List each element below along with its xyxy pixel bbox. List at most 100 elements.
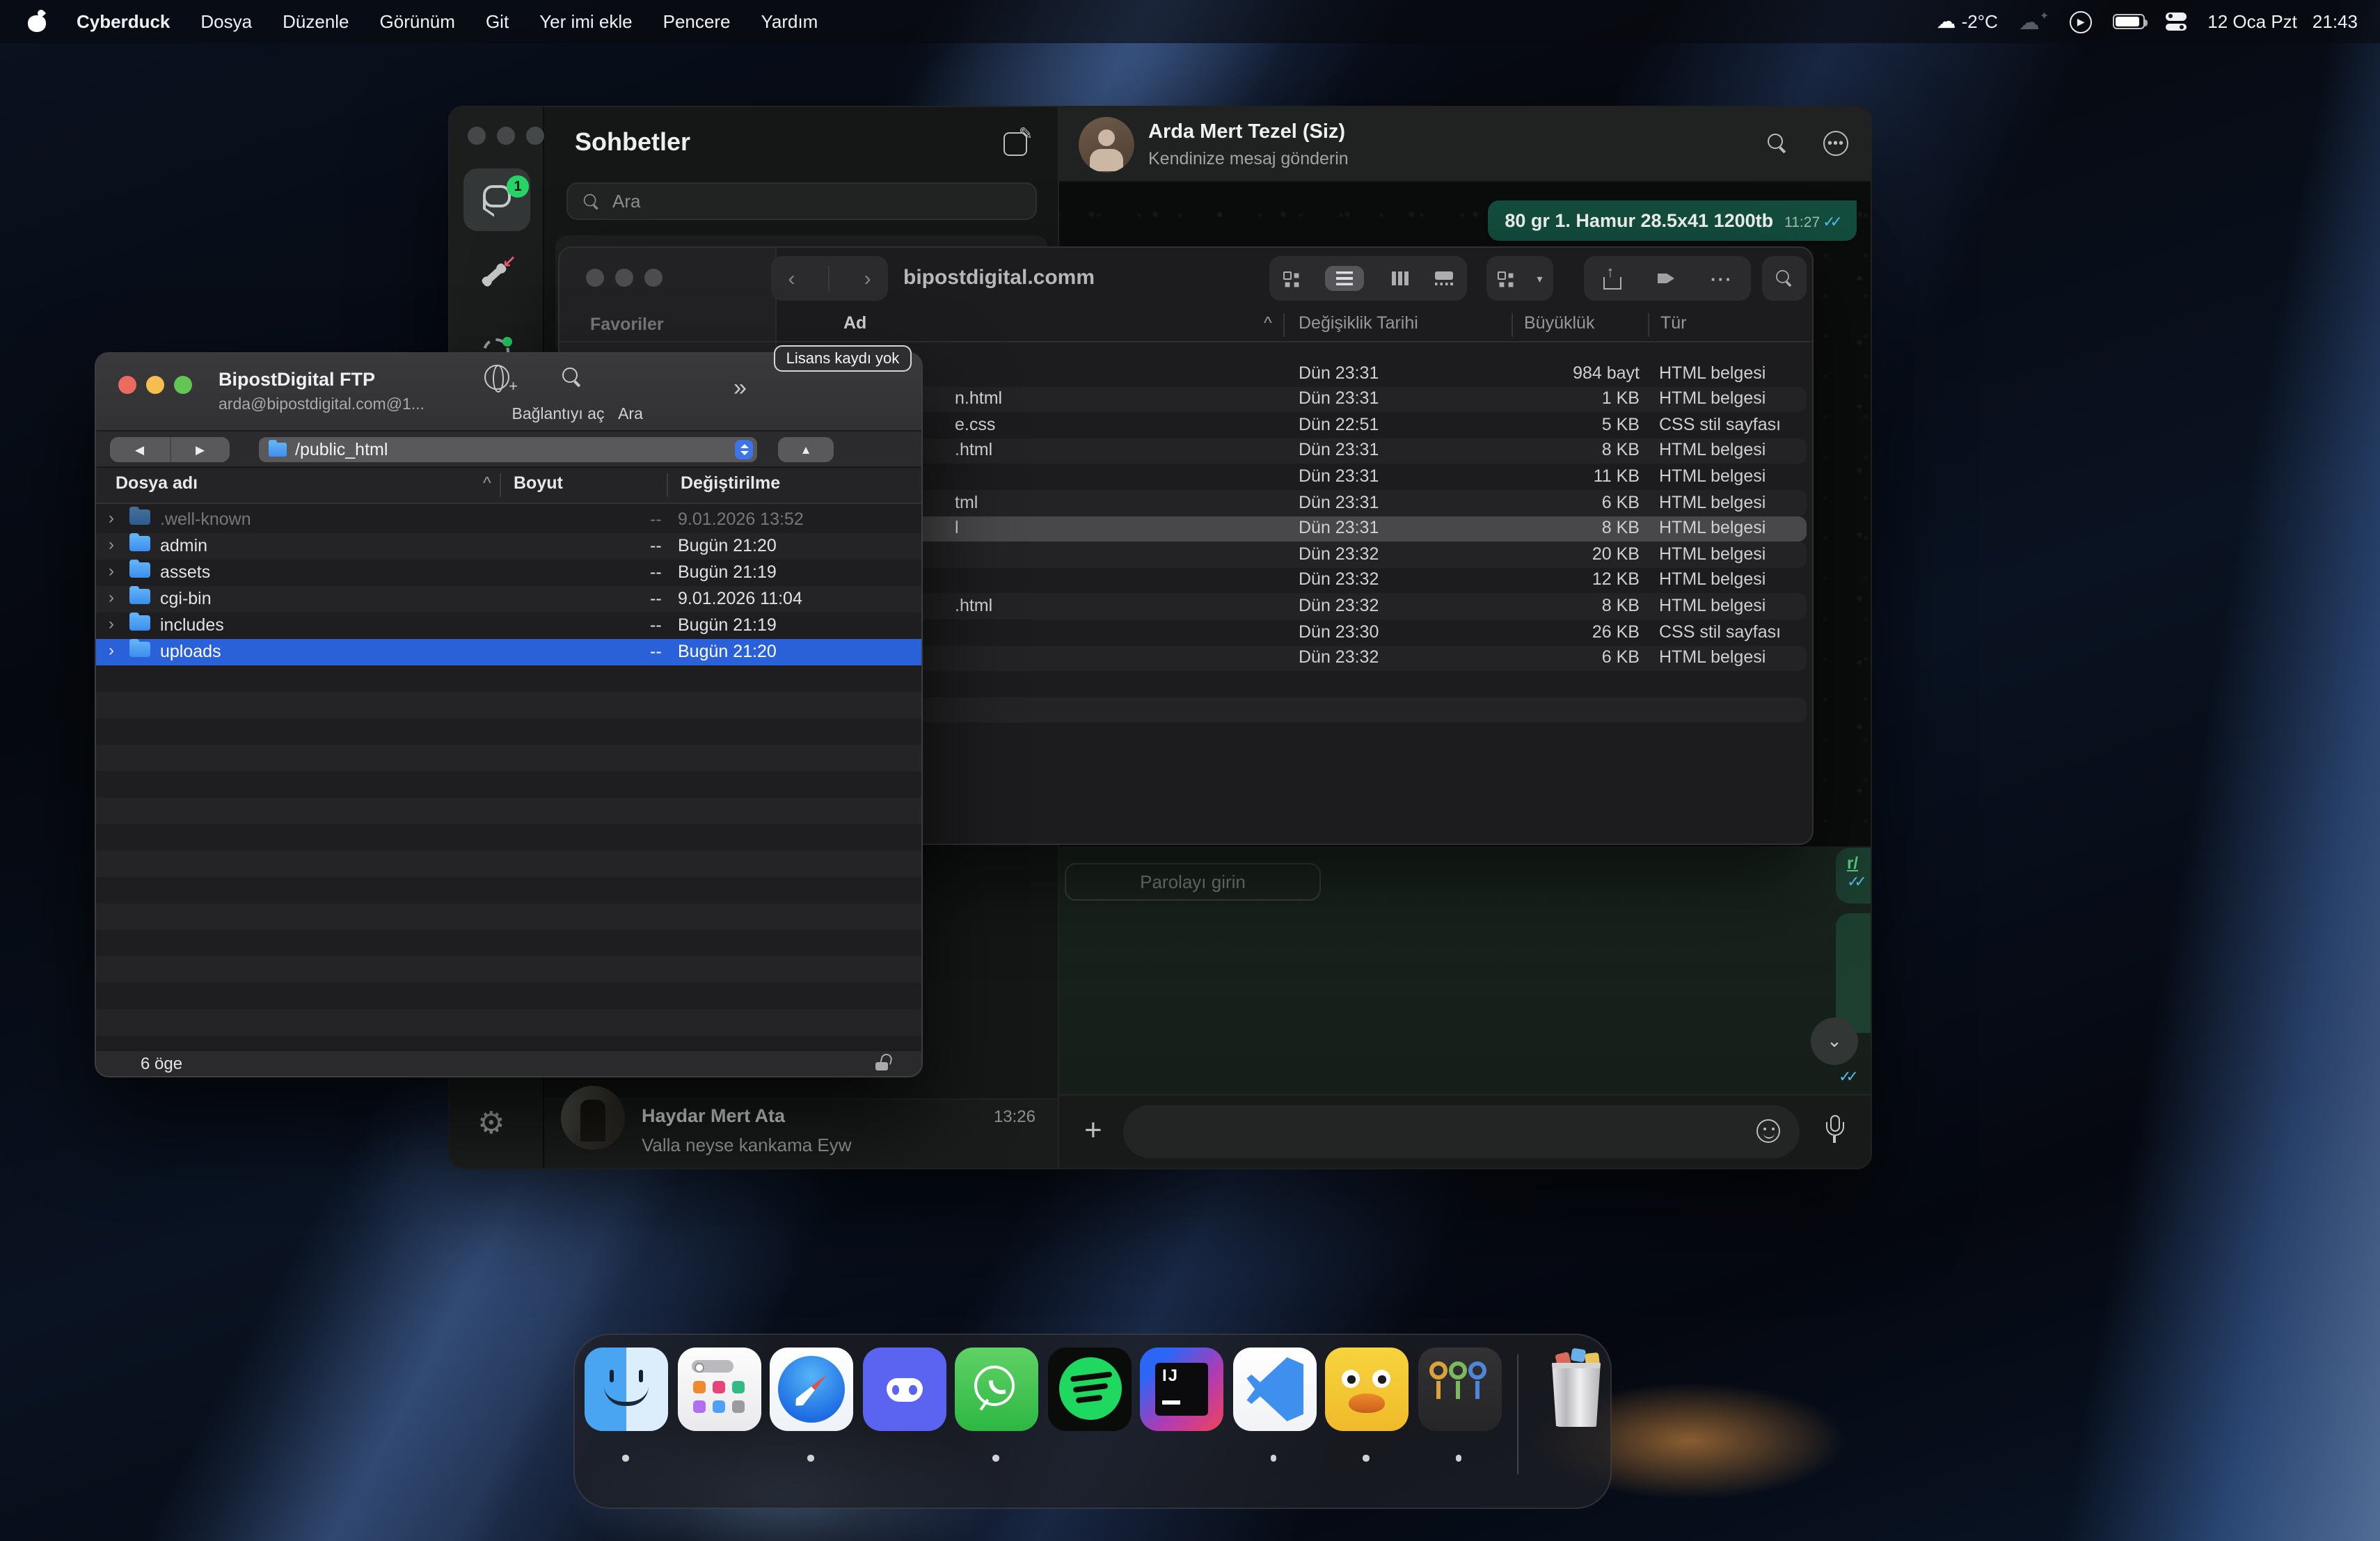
dock-item-vscode[interactable] xyxy=(1231,1346,1317,1496)
finder-file-row[interactable]: n.htmlDün 23:311 KBHTML belgesi xyxy=(777,386,1807,412)
toolbar-overflow-chevrons[interactable]: » xyxy=(733,374,747,402)
cyberduck-empty-row[interactable] xyxy=(96,903,921,930)
cyberduck-folder-row[interactable]: ›includes--Bugün 21:19 xyxy=(96,613,921,639)
window-minimize-button[interactable] xyxy=(497,127,515,145)
control-center-icon[interactable] xyxy=(2166,13,2187,31)
list-view-icon[interactable] xyxy=(1326,266,1365,291)
finder-file-row[interactable]: Dün 23:326 KBHTML belgesi xyxy=(777,645,1807,671)
window-zoom-button[interactable] xyxy=(644,269,663,287)
cyberduck-empty-row[interactable] xyxy=(96,851,921,877)
cyberduck-empty-row[interactable] xyxy=(96,718,921,745)
menu-git[interactable]: Git xyxy=(486,11,509,32)
forward-button[interactable]: › xyxy=(864,267,871,290)
cyberduck-folder-row[interactable]: ›admin--Bugün 21:20 xyxy=(96,533,921,560)
finder-empty-row[interactable] xyxy=(777,671,1807,697)
password-field[interactable]: Parolayı girin xyxy=(1065,863,1321,901)
dock-item-intellij[interactable]: IJ xyxy=(1139,1346,1225,1496)
cyberduck-empty-row[interactable] xyxy=(96,983,921,1009)
search-icon[interactable] xyxy=(1768,134,1787,153)
dock-item-finder[interactable] xyxy=(583,1346,669,1496)
disclosure-chevron-icon[interactable]: › xyxy=(109,561,114,580)
column-view-icon[interactable] xyxy=(1392,271,1409,285)
cyberduck-empty-row[interactable] xyxy=(96,1009,921,1036)
tag-icon[interactable] xyxy=(1658,271,1674,286)
path-stepper-icon[interactable] xyxy=(735,440,753,459)
menu-pencere[interactable]: Pencere xyxy=(663,11,731,32)
avatar[interactable] xyxy=(1079,117,1134,173)
finder-file-row[interactable]: Dün 23:31984 baytHTML belgesi xyxy=(777,361,1807,386)
cyberduck-folder-row[interactable]: ›assets--Bugün 21:19 xyxy=(96,560,921,586)
back-button[interactable]: ‹ xyxy=(788,267,795,290)
finder-file-row[interactable]: Dün 23:3111 KBHTML belgesi xyxy=(777,464,1807,490)
battery-icon[interactable] xyxy=(2113,14,2145,29)
message-bubble-fragment[interactable]: r/ ✓✓ xyxy=(1836,848,1872,903)
cyberduck-empty-row[interactable] xyxy=(96,692,921,718)
finder-file-row[interactable]: .htmlDün 23:328 KBHTML belgesi xyxy=(777,594,1807,619)
chat-list-item[interactable]: Haydar Mert Ata 13:26 Valla neyse kankam… xyxy=(544,1098,1058,1168)
dock-item-whatsapp[interactable] xyxy=(953,1346,1040,1496)
menu-bar-clock[interactable]: 21:43 xyxy=(2312,11,2358,32)
menu-düzenle[interactable]: Düzenle xyxy=(283,11,349,32)
column-header-name[interactable]: Ad xyxy=(843,313,866,333)
finder-file-row[interactable]: Dün 23:3212 KBHTML belgesi xyxy=(777,568,1807,594)
window-minimize-button[interactable] xyxy=(146,376,164,394)
disclosure-chevron-icon[interactable]: › xyxy=(109,614,114,633)
column-header-size[interactable]: Boyut xyxy=(514,473,563,493)
finder-empty-row[interactable] xyxy=(777,723,1807,749)
microphone-icon[interactable] xyxy=(1823,1115,1846,1151)
dock-item-spotify[interactable] xyxy=(1046,1346,1132,1496)
dock-item-discord[interactable] xyxy=(861,1346,947,1496)
menu-yer-imi-ekle[interactable]: Yer imi ekle xyxy=(539,11,632,32)
window-close-button[interactable] xyxy=(586,269,604,287)
forward-button[interactable]: ▶ xyxy=(170,437,230,462)
finder-file-row[interactable]: e.cssDün 22:515 KBCSS stil sayfası xyxy=(777,412,1807,438)
window-close-button[interactable] xyxy=(118,376,136,394)
dock-item-trash[interactable] xyxy=(1533,1346,1619,1496)
search-button[interactable]: Ara xyxy=(523,365,621,394)
parent-directory-button[interactable]: ▲ xyxy=(778,437,834,462)
settings-gear-icon[interactable]: ⚙ xyxy=(477,1107,505,1141)
finder-file-row[interactable]: tmlDün 23:316 KBHTML belgesi xyxy=(777,490,1807,516)
menu-yardım[interactable]: Yardım xyxy=(761,11,818,32)
disclosure-chevron-icon[interactable]: › xyxy=(109,535,114,554)
dock-item-launchpad[interactable] xyxy=(676,1346,762,1496)
disclosure-chevron-icon[interactable]: › xyxy=(109,640,114,660)
back-button[interactable]: ◀ xyxy=(110,437,170,462)
icon-view-icon[interactable] xyxy=(1283,271,1299,286)
menu-görünüm[interactable]: Görünüm xyxy=(380,11,455,32)
cyberduck-empty-row[interactable] xyxy=(96,665,921,692)
group-by-control[interactable]: ▾ xyxy=(1486,256,1553,301)
share-icon[interactable] xyxy=(1602,268,1621,289)
dock-item-cyberduck[interactable] xyxy=(1324,1346,1410,1496)
column-header-kind[interactable]: Tür xyxy=(1660,313,1687,333)
link-text[interactable]: r/ xyxy=(1847,853,1872,873)
attach-plus-button[interactable]: + xyxy=(1084,1112,1102,1148)
chat-search-input[interactable]: Ara xyxy=(566,182,1037,220)
weather-widget[interactable]: ☁ -2°C xyxy=(1937,10,1998,33)
finder-file-row[interactable]: Dün 23:3026 KBCSS stil sayfası xyxy=(777,619,1807,645)
menu-dosya[interactable]: Dosya xyxy=(200,11,252,32)
cyberduck-empty-row[interactable] xyxy=(96,745,921,771)
menu-app-name[interactable]: Cyberduck xyxy=(77,11,170,32)
toolbar-search[interactable] xyxy=(1762,256,1807,301)
disclosure-chevron-icon[interactable]: › xyxy=(109,587,114,607)
cyberduck-empty-row[interactable] xyxy=(96,824,921,851)
apple-menu-icon[interactable] xyxy=(28,11,46,32)
column-header-size[interactable]: Büyüklük xyxy=(1524,313,1594,333)
cyberduck-empty-row[interactable] xyxy=(96,798,921,824)
path-dropdown[interactable]: /public_html xyxy=(259,437,757,462)
dock-item-safari[interactable] xyxy=(768,1346,855,1496)
column-header-modified[interactable]: Değiştirilme xyxy=(681,473,780,493)
cyberduck-empty-row[interactable] xyxy=(96,930,921,956)
message-bubble-fragment[interactable] xyxy=(1836,913,1872,1033)
finder-file-row[interactable]: Dün 23:3220 KBHTML belgesi xyxy=(777,542,1807,567)
sidebar-item-chats[interactable]: 1 xyxy=(463,168,530,231)
column-header-modified[interactable]: Değişiklik Tarihi xyxy=(1299,313,1418,333)
message-input[interactable] xyxy=(1123,1105,1800,1158)
now-playing-icon[interactable]: ▶ xyxy=(2070,10,2092,33)
gallery-view-icon[interactable] xyxy=(1436,271,1454,285)
more-options-icon[interactable]: ••• xyxy=(1823,131,1848,156)
dock-item-passwords[interactable] xyxy=(1416,1346,1502,1496)
window-zoom-button[interactable] xyxy=(174,376,192,394)
finder-empty-row[interactable] xyxy=(777,697,1807,723)
